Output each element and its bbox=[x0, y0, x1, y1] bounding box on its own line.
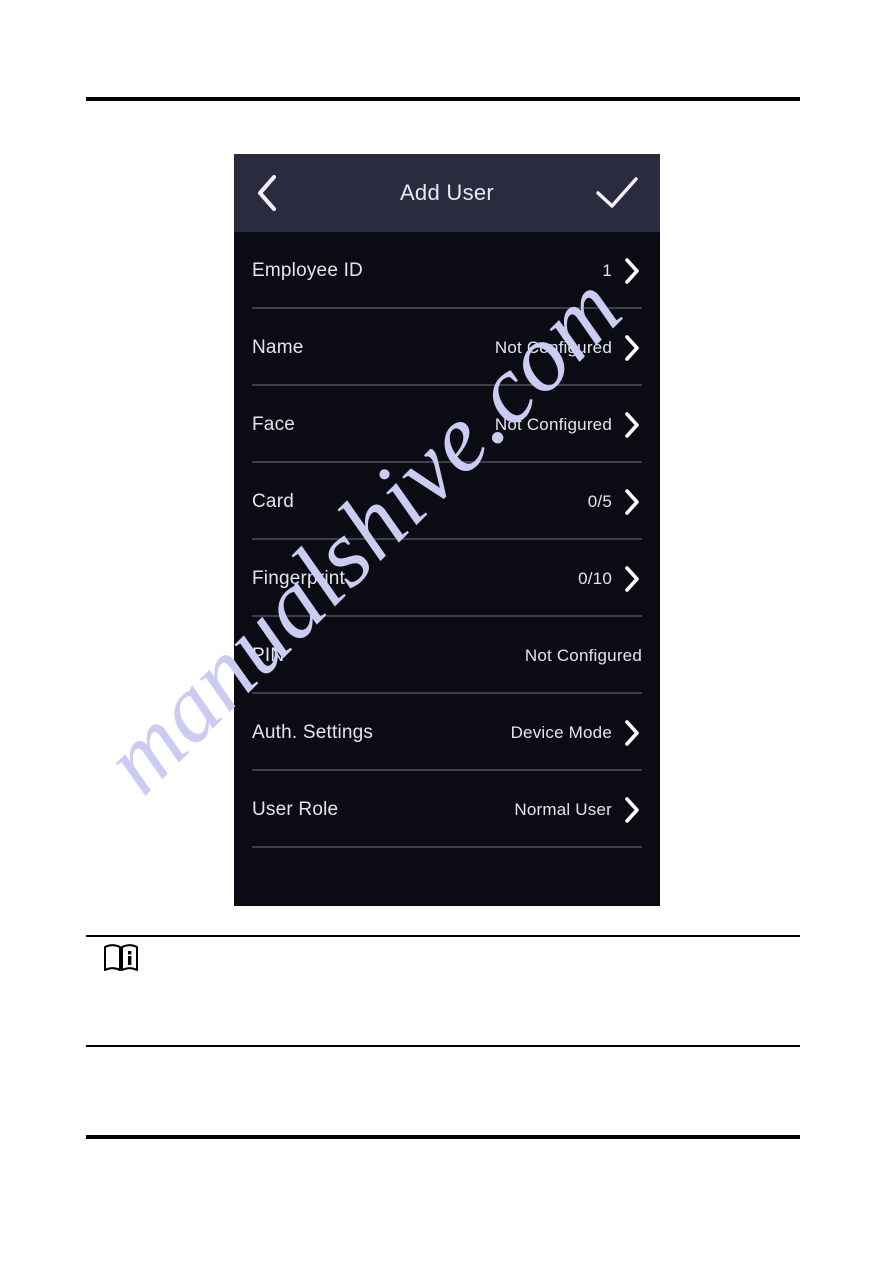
row-card[interactable]: Card 0/5 bbox=[234, 463, 660, 540]
confirm-button[interactable] bbox=[594, 170, 640, 216]
row-user-role[interactable]: User Role Normal User bbox=[234, 771, 660, 848]
row-label: Name bbox=[252, 336, 304, 358]
row-label: Card bbox=[252, 490, 294, 512]
row-fingerprint[interactable]: Fingerprint 0/10 bbox=[234, 540, 660, 617]
row-value: Not Configured bbox=[494, 414, 612, 434]
chevron-right-icon bbox=[622, 565, 642, 593]
device-screen-panel: Add User Employee ID 1 Name Not Configur… bbox=[234, 154, 660, 906]
row-right-group: Not Configured bbox=[525, 646, 642, 666]
row-value: 0/10 bbox=[578, 568, 612, 588]
row-right-group: Normal User bbox=[514, 796, 642, 824]
back-button[interactable] bbox=[254, 170, 300, 216]
note-rule-bottom bbox=[86, 1045, 800, 1047]
chevron-right-icon bbox=[622, 411, 642, 439]
user-settings-list: Employee ID 1 Name Not Configured Face N… bbox=[234, 232, 660, 848]
row-name[interactable]: Name Not Configured bbox=[234, 309, 660, 386]
page-title: Add User bbox=[399, 180, 495, 205]
row-separator bbox=[252, 846, 642, 848]
page-rule-top bbox=[86, 97, 800, 101]
row-right-group: Not Configured bbox=[495, 334, 642, 362]
row-value: Not Configured bbox=[494, 337, 612, 357]
row-right-group: 0/10 bbox=[578, 565, 642, 593]
row-label: Fingerprint bbox=[252, 567, 346, 589]
row-label: Face bbox=[252, 413, 296, 435]
row-right-group: Not Configured bbox=[495, 411, 642, 439]
row-right-group: 1 bbox=[602, 257, 642, 285]
row-pin[interactable]: PIN Not Configured bbox=[234, 617, 660, 694]
row-face[interactable]: Face Not Configured bbox=[234, 386, 660, 463]
chevron-right-icon bbox=[622, 334, 642, 362]
check-icon bbox=[596, 177, 638, 208]
chevron-left-icon bbox=[258, 175, 276, 211]
row-value: Device Mode bbox=[510, 722, 612, 742]
row-label: Auth. Settings bbox=[252, 721, 374, 743]
row-label: User Role bbox=[252, 798, 339, 820]
page-rule-bottom bbox=[86, 1135, 800, 1139]
row-auth-settings[interactable]: Auth. Settings Device Mode bbox=[234, 694, 660, 771]
row-value: Not Configured bbox=[524, 645, 642, 665]
row-employee-id[interactable]: Employee ID 1 bbox=[234, 232, 660, 309]
note-rule-top bbox=[86, 935, 800, 937]
chevron-right-icon bbox=[622, 257, 642, 285]
device-header-bar: Add User bbox=[234, 154, 660, 232]
chevron-right-icon bbox=[622, 796, 642, 824]
row-value: 1 bbox=[602, 260, 612, 280]
chevron-right-icon bbox=[622, 719, 642, 747]
row-label: Employee ID bbox=[252, 259, 363, 281]
row-right-group: 0/5 bbox=[588, 488, 642, 516]
chevron-right-icon bbox=[622, 488, 642, 516]
row-label: PIN bbox=[252, 644, 285, 666]
row-value: 0/5 bbox=[587, 491, 612, 511]
row-right-group: Device Mode bbox=[511, 719, 642, 747]
row-value: Normal User bbox=[514, 799, 612, 819]
manual-info-book-icon bbox=[103, 943, 139, 973]
